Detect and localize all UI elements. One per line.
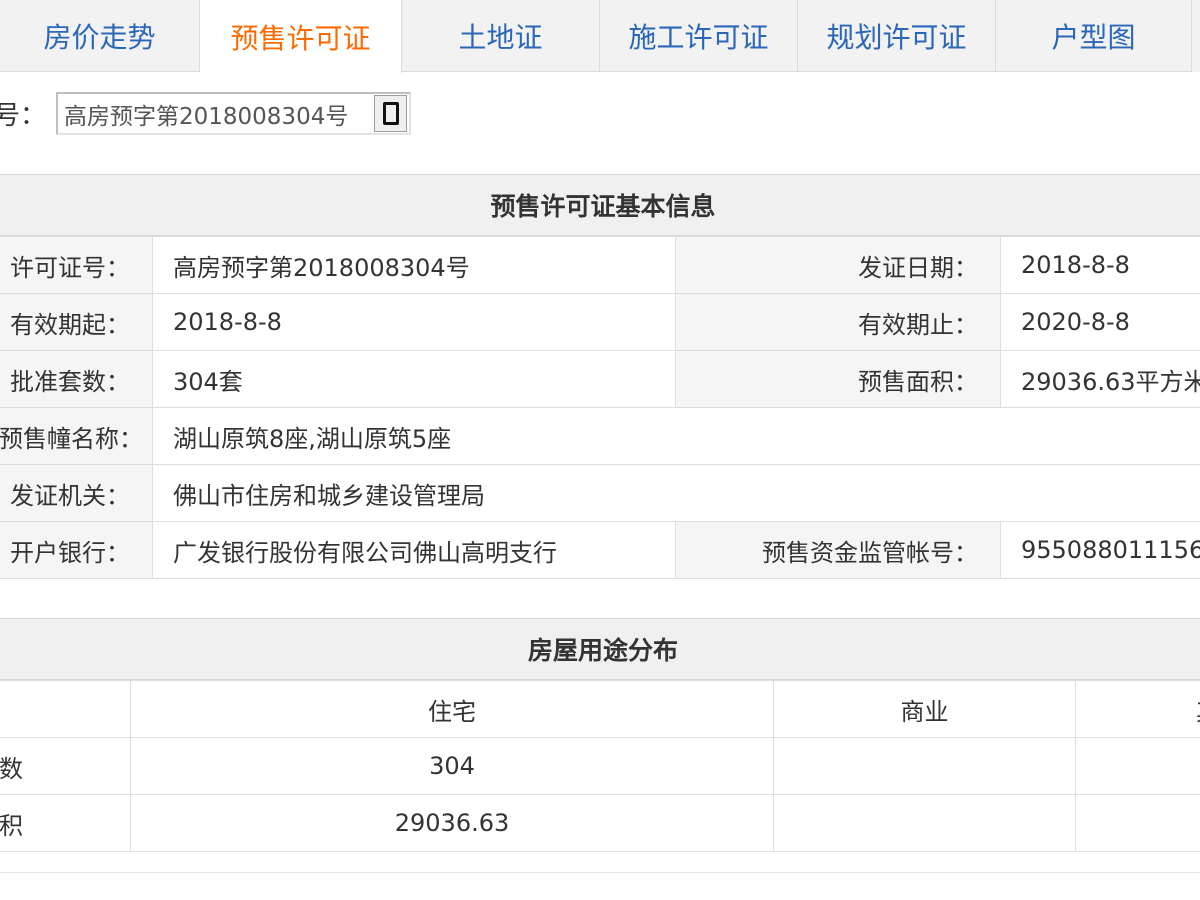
- column-header: [0, 680, 131, 738]
- presale-basic-info-panel: 预售许可证基本信息 许可证号： 高房预字第2018008304号 发证日期： 2…: [0, 174, 1200, 579]
- table-row: 许可证号： 高房预字第2018008304号 发证日期： 2018-8-8: [0, 236, 1200, 294]
- value-cell: 湖山原筑8座,湖山原筑5座: [152, 407, 1200, 465]
- label-cell: 发证日期：: [675, 236, 1001, 294]
- table-row: 数 304: [0, 737, 1200, 795]
- value-cell: 2018-8-8: [1000, 236, 1200, 294]
- tab-presale-permit[interactable]: 预售许可证: [200, 0, 402, 73]
- label-cell: 许可证号：: [0, 236, 153, 294]
- value-cell: 高房预字第2018008304号: [152, 236, 676, 294]
- column-header: 其: [1075, 680, 1200, 738]
- tab-land-certificate[interactable]: 土地证: [402, 0, 600, 72]
- tab-label: 房价走势: [43, 20, 156, 54]
- label-cell: 有效期止：: [675, 293, 1001, 351]
- table-row: 批准套数： 304套 预售面积： 29036.63平方米: [0, 350, 1200, 408]
- permit-select-value[interactable]: [64, 98, 374, 130]
- tab-construction-permit[interactable]: 施工许可证: [600, 0, 798, 72]
- permit-select[interactable]: [56, 92, 411, 135]
- usage-title: 房屋用途分布: [0, 618, 1200, 680]
- value-cell: 2020-8-8: [1000, 293, 1200, 351]
- value-cell: 广发银行股份有限公司佛山高明支行: [152, 521, 676, 579]
- divider: [0, 872, 1200, 873]
- usage-distribution-panel: 房屋用途分布 住宅 商业 其 数 304 积 29036.63: [0, 618, 1200, 852]
- table-row: 积 29036.63: [0, 794, 1200, 852]
- value-cell: 304套: [152, 350, 676, 408]
- table-header-row: 住宅 商业 其: [0, 680, 1200, 738]
- table-row: 开户银行： 广发银行股份有限公司佛山高明支行 预售资金监管帐号： 9550880…: [0, 521, 1200, 579]
- table-row: 有效期起： 2018-8-8 有效期止： 2020-8-8: [0, 293, 1200, 351]
- label-cell: 有效期起：: [0, 293, 153, 351]
- tab-label: 土地证: [458, 20, 543, 54]
- table-row: 发证机关： 佛山市住房和城乡建设管理局: [0, 464, 1200, 522]
- dropdown-button[interactable]: [374, 95, 407, 132]
- value-cell: 佛山市住房和城乡建设管理局: [152, 464, 1200, 522]
- label-cell: 预售面积：: [675, 350, 1001, 408]
- label-cell: 预售资金监管帐号：: [675, 521, 1001, 579]
- tab-planning-permit[interactable]: 规划许可证: [798, 0, 996, 72]
- column-header: 住宅: [130, 680, 774, 738]
- label-cell: 批准套数：: [0, 350, 153, 408]
- value-cell: 2018-8-8: [152, 293, 676, 351]
- tab-label: 预售许可证: [230, 21, 371, 55]
- column-header: 商业: [773, 680, 1076, 738]
- tab-price-trend[interactable]: 房价走势: [0, 0, 200, 72]
- tab-label: 施工许可证: [628, 20, 769, 54]
- label-cell: 开户银行：: [0, 521, 153, 579]
- tab-floor-plan[interactable]: 户型图: [996, 0, 1192, 72]
- dropdown-icon: [382, 102, 399, 125]
- row-label: 积: [0, 794, 131, 852]
- label-cell: 预售幢名称：: [0, 407, 153, 465]
- data-cell: [773, 794, 1076, 852]
- tab-label: 规划许可证: [826, 20, 967, 54]
- permit-selector-label: 号：: [0, 101, 47, 131]
- basic-info-title: 预售许可证基本信息: [0, 174, 1200, 236]
- row-label: 数: [0, 737, 131, 795]
- value-cell: 29036.63平方米: [1000, 350, 1200, 408]
- data-cell: [1075, 737, 1200, 795]
- data-cell: 304: [130, 737, 774, 795]
- usage-table: 住宅 商业 其 数 304 积 29036.63: [0, 680, 1200, 852]
- basic-info-table: 许可证号： 高房预字第2018008304号 发证日期： 2018-8-8 有效…: [0, 236, 1200, 579]
- data-cell: [773, 737, 1076, 795]
- table-row: 预售幢名称： 湖山原筑8座,湖山原筑5座: [0, 407, 1200, 465]
- value-cell: 9550880111560: [1000, 521, 1200, 579]
- label-cell: 发证机关：: [0, 464, 153, 522]
- tab-bar: 房价走势 预售许可证 土地证 施工许可证 规划许可证 户型图: [0, 0, 1200, 73]
- tab-label: 户型图: [1051, 20, 1136, 54]
- data-cell: 29036.63: [130, 794, 774, 852]
- data-cell: [1075, 794, 1200, 852]
